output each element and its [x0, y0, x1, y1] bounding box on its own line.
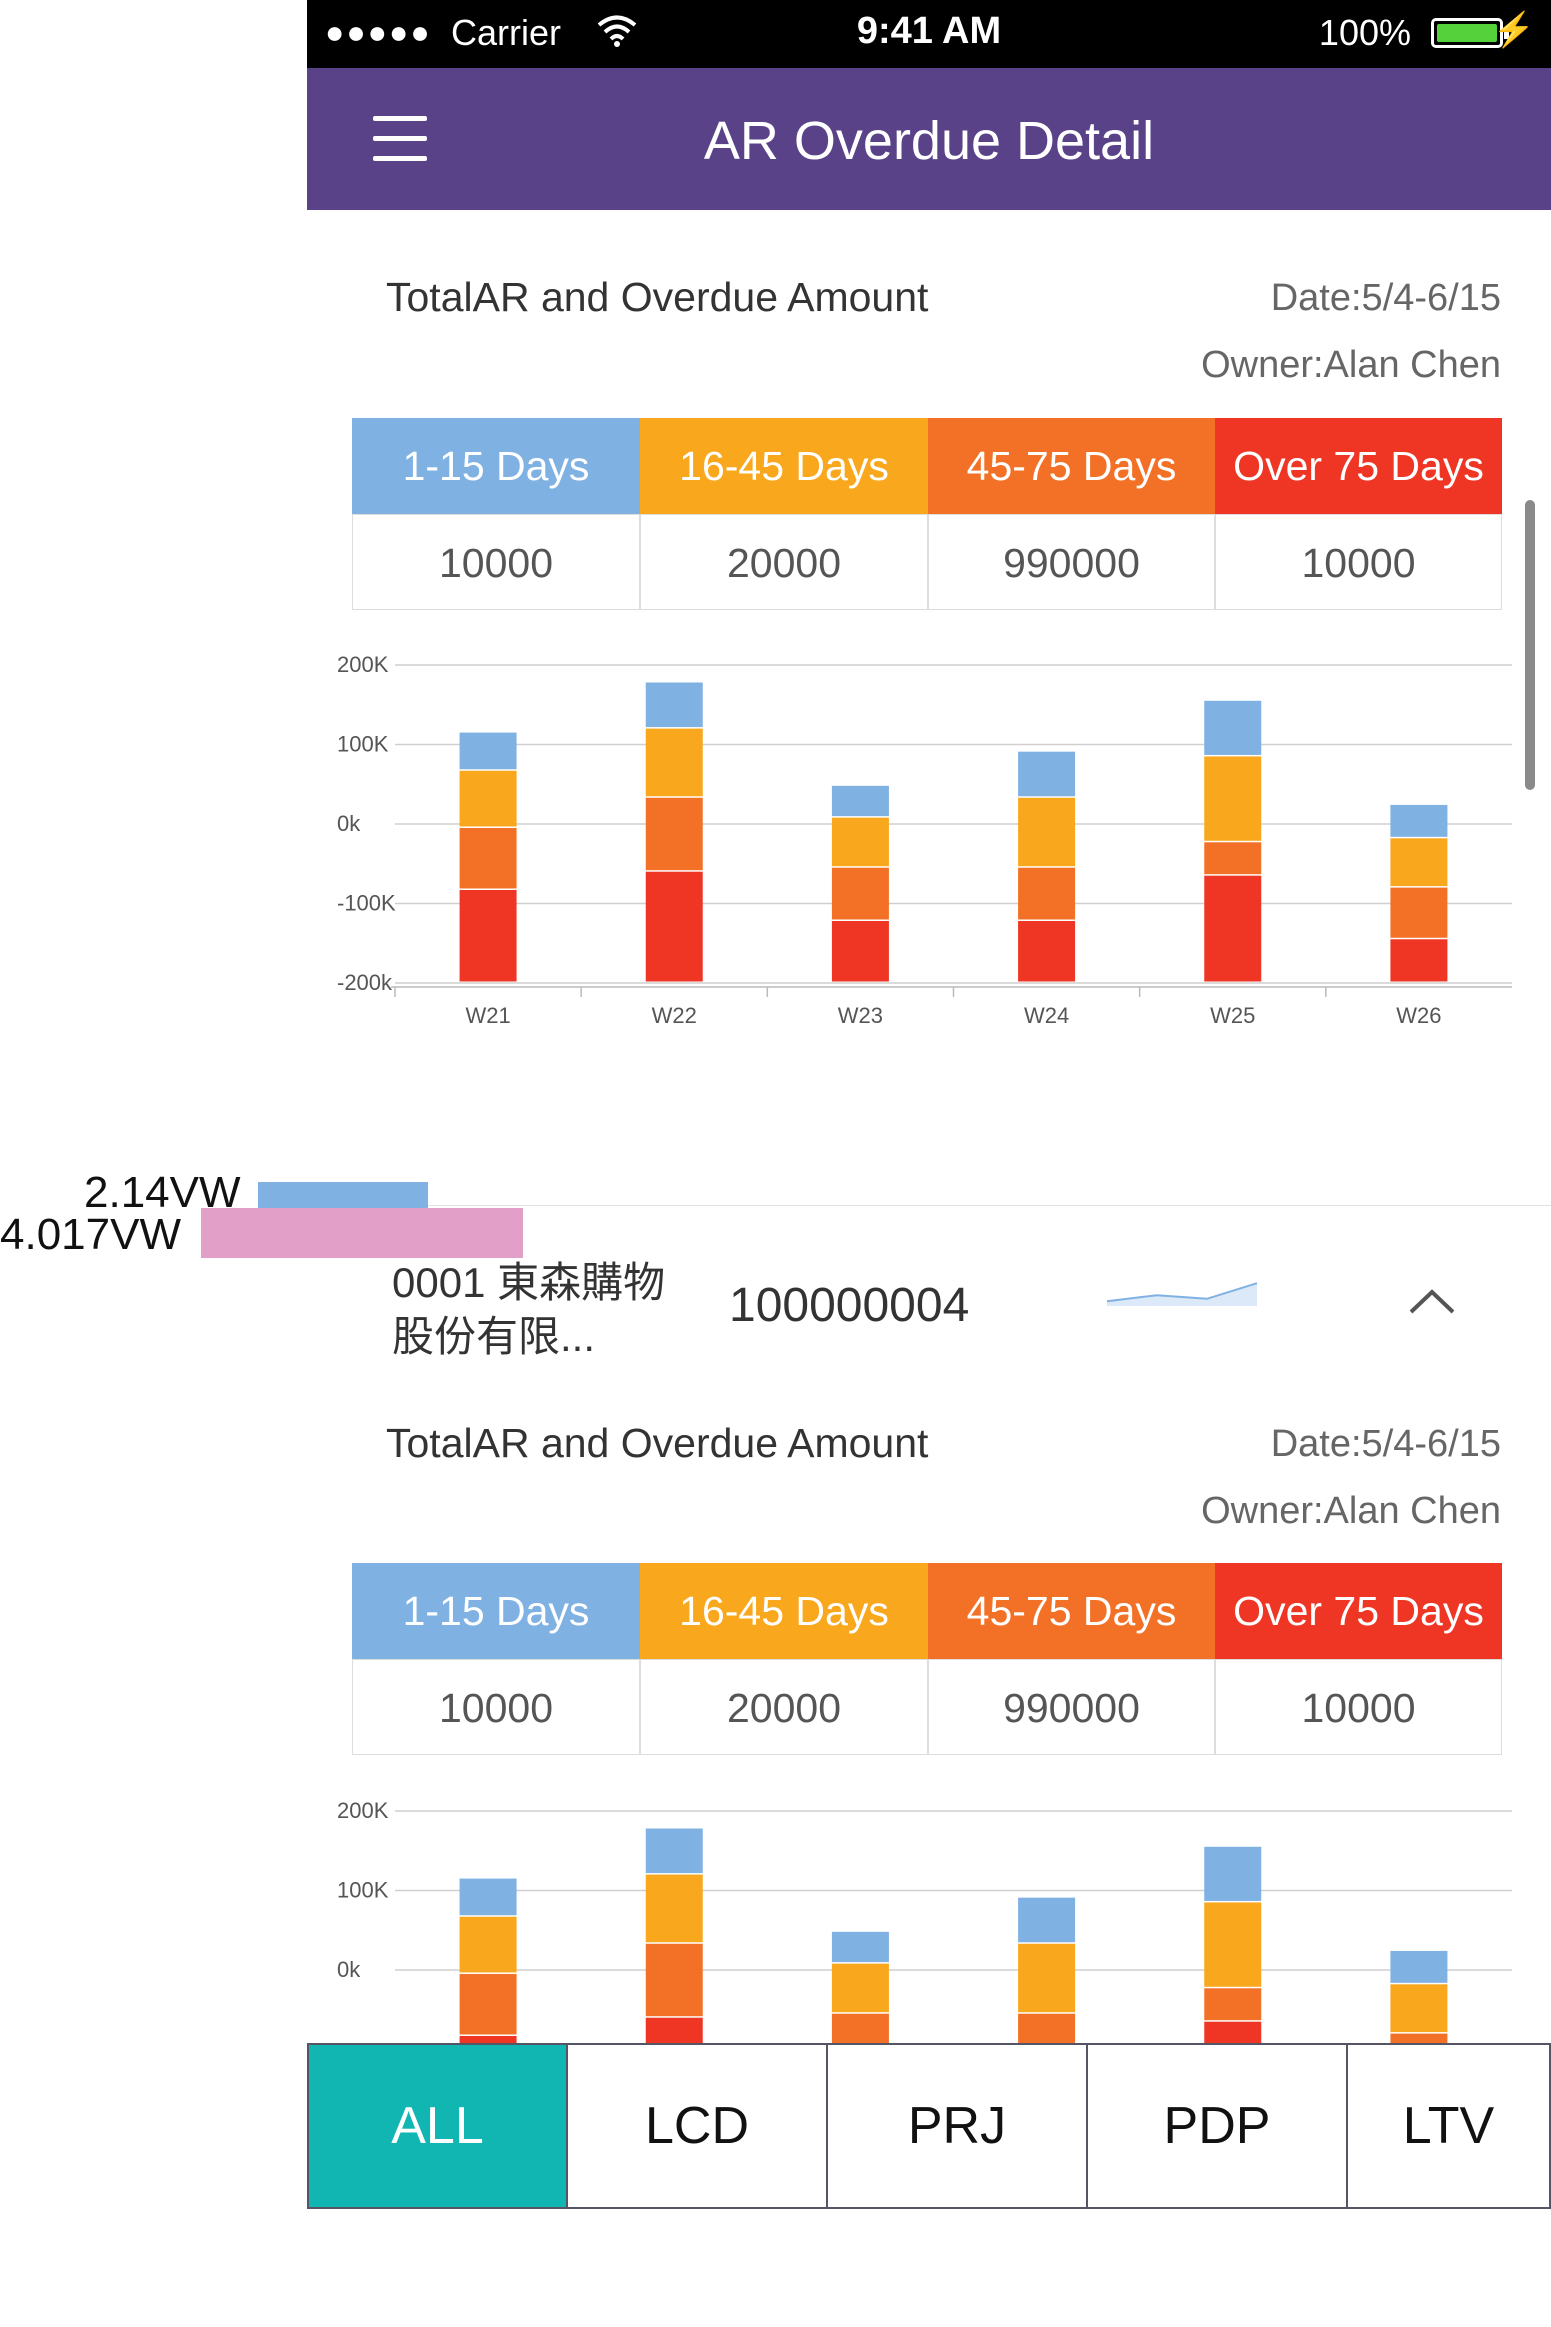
aging-header-over-75[interactable]: Over 75 Days — [1215, 1563, 1502, 1659]
annotation-bar — [201, 1208, 523, 1258]
y-tick-label: 200K — [337, 652, 389, 677]
status-bar: ●●●●● Carrier 9:41 AM 100% ⚡ — [307, 0, 1551, 68]
x-tick-label: W21 — [465, 1003, 510, 1028]
section-title-2: TotalAR and Overdue Amount — [386, 1420, 929, 1466]
bar-segment — [1204, 700, 1262, 755]
bar-segment — [645, 1828, 703, 1874]
battery-percent: 100% — [1318, 12, 1411, 53]
customer-name: 0001 東森購物股份有限... — [392, 1259, 666, 1360]
y-tick-label: 200K — [337, 1798, 389, 1823]
bar-segment — [1204, 842, 1262, 875]
aging-value-45-75: 990000 — [928, 1659, 1215, 1755]
bar-segment — [831, 1963, 889, 2013]
aging-header-16-45[interactable]: 16-45 Days — [640, 1563, 928, 1659]
y-tick-label: 0k — [337, 811, 361, 836]
bar-segment — [645, 682, 703, 728]
bar-segment — [459, 770, 517, 827]
y-tick-label: 100K — [337, 1878, 389, 1903]
bar-segment — [459, 827, 517, 889]
aging-header-45-75[interactable]: 45-75 Days — [928, 418, 1215, 514]
aging-header-16-45[interactable]: 16-45 Days — [640, 418, 928, 514]
bar-segment — [645, 1943, 703, 2017]
tab-lcd[interactable]: LCD — [566, 2043, 828, 2209]
aging-value-1-15: 10000 — [352, 514, 640, 610]
bar-segment — [459, 1973, 517, 2035]
charging-icon: ⚡ — [1492, 11, 1535, 49]
tab-pdp[interactable]: PDP — [1086, 2043, 1348, 2209]
stacked-bar-chart: 200K 100K 0k -100K -200k W21 W22 W23 W24 W25 W26 — [307, 640, 1551, 1200]
date-range-2: Date:5/4-6/15 — [1270, 1423, 1501, 1465]
y-tick-label: -100K — [337, 891, 396, 916]
bar-segment — [459, 732, 517, 770]
bar-segment — [831, 817, 889, 867]
bar-segment — [1390, 804, 1448, 837]
owner-label: Owner:Alan Chen — [1201, 344, 1501, 386]
x-tick-label: W25 — [1210, 1003, 1255, 1028]
chart-canvas: 200K 100K 0k -100K -200k W21 W22 W23 W24 W25 W26 — [337, 652, 1512, 1028]
tab-ltv[interactable]: LTV — [1346, 2043, 1551, 2209]
bar-segment — [1390, 1950, 1448, 1983]
y-tick-label: 100K — [337, 732, 389, 757]
aging-header-45-75[interactable]: 45-75 Days — [928, 1563, 1215, 1659]
bar-segment — [645, 797, 703, 871]
owner-label-2: Owner:Alan Chen — [1201, 1490, 1501, 1532]
aging-header-1-15[interactable]: 1-15 Days — [352, 418, 640, 514]
phone-screen: ●●●●● Carrier 9:41 AM 100% ⚡ AR Overdue … — [307, 0, 1551, 2327]
x-tick-label: W26 — [1396, 1003, 1441, 1028]
tab-prj[interactable]: PRJ — [826, 2043, 1088, 2209]
y-tick-label: -200k — [337, 970, 393, 995]
page-title: AR Overdue Detail — [703, 111, 1155, 171]
chevron-up-icon[interactable] — [1407, 1286, 1457, 1316]
bar-segment — [1204, 875, 1262, 982]
bar-segment — [1204, 756, 1262, 841]
bar-segment — [1018, 867, 1076, 920]
aging-value-45-75: 990000 — [928, 514, 1215, 610]
x-tick-label: W24 — [1024, 1003, 1069, 1028]
bar-segment — [459, 889, 517, 982]
sparkline — [1106, 1282, 1258, 1306]
bar-segment — [1018, 1897, 1076, 1943]
bar-segment — [1018, 797, 1076, 867]
bar-segment — [1390, 1984, 1448, 2033]
annotation-label: 4.017VW — [0, 1210, 181, 1259]
bar-segment — [831, 867, 889, 920]
sparkline-area — [1107, 1283, 1257, 1306]
date-range: Date:5/4-6/15 — [1270, 277, 1501, 319]
y-tick-label: 0k — [337, 1957, 361, 1982]
bar-segment — [459, 1878, 517, 1916]
bar-segment — [831, 920, 889, 982]
x-tick-label: W23 — [838, 1003, 883, 1028]
bar-segment — [645, 728, 703, 797]
bar-segment — [1018, 1943, 1076, 2013]
category-tab-bar: ALL LCD PRJ PDP LTV — [307, 2043, 1551, 2209]
aging-value-over-75: 10000 — [1215, 514, 1502, 610]
section-title: TotalAR and Overdue Amount — [386, 274, 929, 320]
bar-segment — [1204, 1846, 1262, 1901]
bar-segment — [831, 785, 889, 817]
aging-header-1-15[interactable]: 1-15 Days — [352, 1563, 640, 1659]
bar-segment — [645, 871, 703, 982]
customer-amount: 100000004 — [729, 1279, 970, 1332]
bar-segment — [459, 1916, 517, 1973]
scrollbar[interactable] — [1525, 500, 1535, 790]
bar-segment — [1390, 838, 1448, 887]
aging-table-2: 1-15 Days 16-45 Days 45-75 Days Over 75 … — [352, 1563, 1502, 1755]
bar-segment — [1204, 1902, 1262, 1987]
aging-value-over-75: 10000 — [1215, 1659, 1502, 1755]
tab-all[interactable]: ALL — [307, 2043, 568, 2209]
nav-bar: AR Overdue Detail — [307, 68, 1551, 210]
bar-segment — [645, 1874, 703, 1943]
bar-segment — [1390, 887, 1448, 938]
x-tick-label: W22 — [652, 1003, 697, 1028]
bar-segment — [1390, 939, 1448, 982]
aging-value-16-45: 20000 — [640, 1659, 928, 1755]
aging-value-16-45: 20000 — [640, 514, 928, 610]
bar-segment — [831, 1931, 889, 1963]
aging-table: 1-15 Days 16-45 Days 45-75 Days Over 75 … — [352, 418, 1502, 610]
aging-header-over-75[interactable]: Over 75 Days — [1215, 418, 1502, 514]
aging-value-1-15: 10000 — [352, 1659, 640, 1755]
bar-segment — [1018, 751, 1076, 797]
bar-segment — [1018, 920, 1076, 982]
bar-segment — [1204, 1988, 1262, 2021]
